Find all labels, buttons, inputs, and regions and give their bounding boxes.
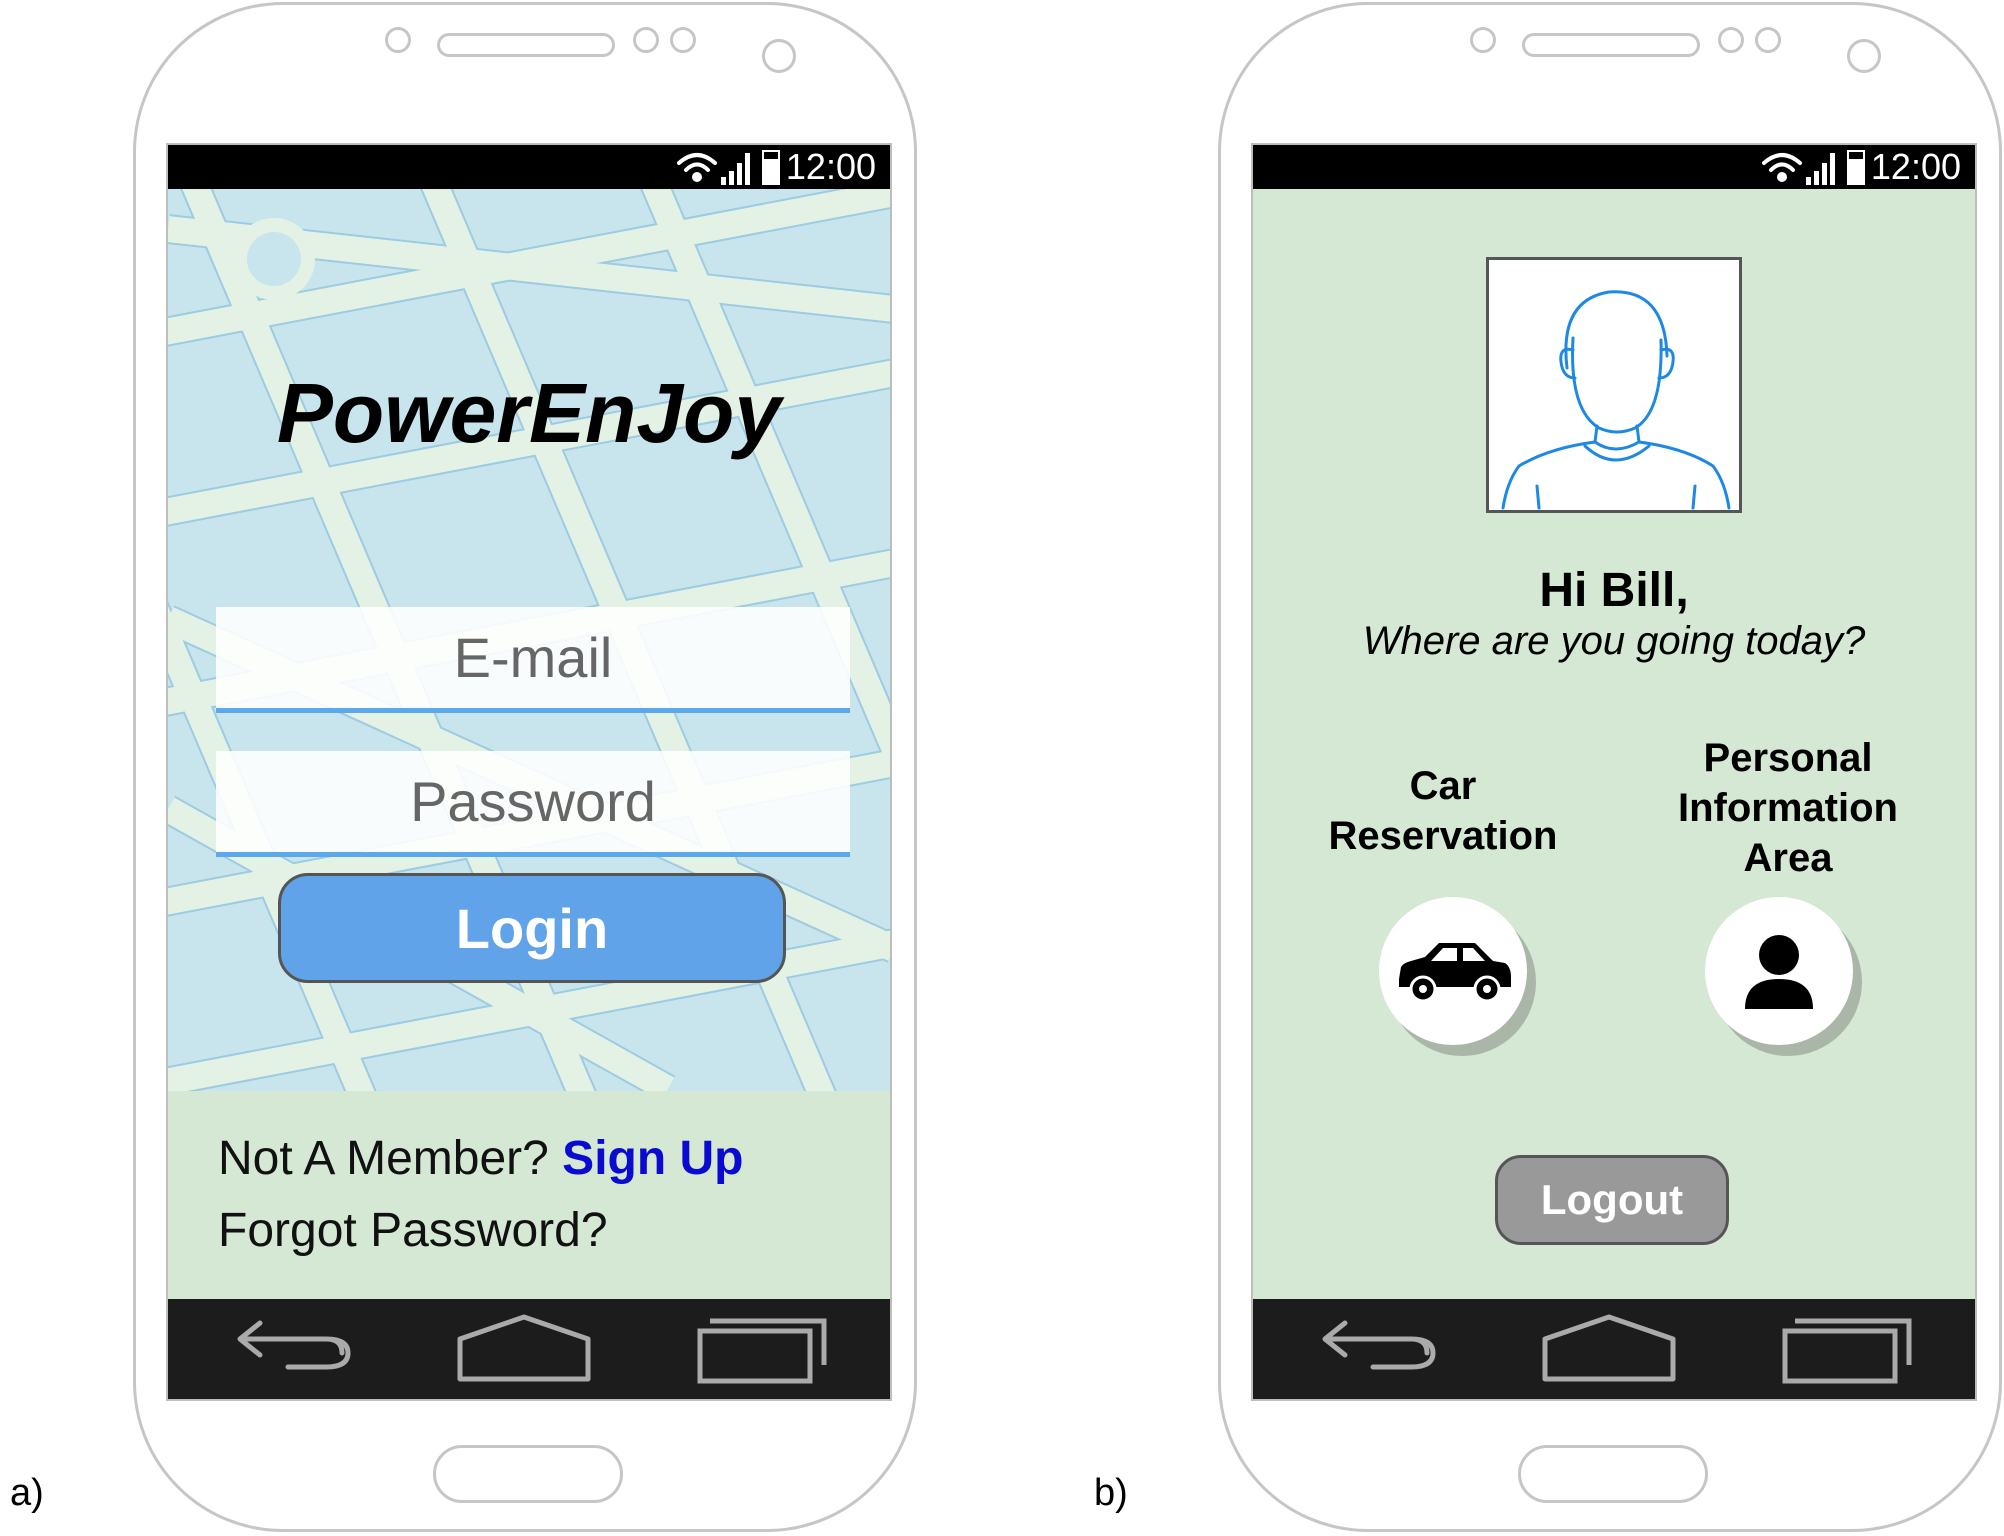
hardware-home-button[interactable]	[1518, 1445, 1708, 1503]
signup-prompt: Not A Member? Sign Up	[218, 1131, 743, 1186]
speaker-grille	[1522, 33, 1700, 57]
email-field[interactable]	[216, 607, 850, 713]
sensor-icon	[633, 27, 659, 53]
car-reservation-label-line2: Reservation	[1328, 814, 1558, 858]
car-reservation-button[interactable]	[1379, 897, 1527, 1045]
car-icon	[1399, 943, 1511, 1003]
login-button[interactable]: Login	[278, 873, 786, 983]
home-screen: 12:00 Hi Bill, Where are you going today…	[1251, 143, 1977, 1401]
member-prompt-text: Not A Member?	[218, 1132, 549, 1185]
front-camera-icon	[1847, 39, 1881, 73]
hardware-home-button[interactable]	[433, 1445, 623, 1503]
personal-info-label: Personal Information Area	[1643, 733, 1933, 883]
greeting-name: Hi Bill,	[1539, 564, 1689, 617]
password-field[interactable]	[216, 751, 850, 857]
user-avatar-icon	[1501, 290, 1731, 510]
back-icon[interactable]	[1315, 1309, 1439, 1389]
login-screen: 12:00 PowerEnJoy E-mail Login Not A Memb…	[166, 143, 892, 1401]
home-icon[interactable]	[1541, 1309, 1677, 1389]
recent-apps-icon[interactable]	[694, 1309, 834, 1389]
phone-frame-b: 12:00 Hi Bill, Where are you going today…	[1218, 2, 2002, 1532]
personal-info-label-line1: Personal	[1703, 736, 1873, 780]
sign-up-link[interactable]: Sign Up	[562, 1132, 743, 1185]
sensor-icon	[1470, 27, 1496, 53]
app-title: PowerEnJoy	[276, 366, 782, 460]
sensor-icon	[385, 27, 411, 53]
person-icon	[1745, 935, 1813, 1009]
car-reservation-label-line1: Car	[1409, 764, 1477, 808]
sensor-icon	[670, 27, 696, 53]
logout-button[interactable]: Logout	[1495, 1155, 1729, 1245]
back-icon[interactable]	[230, 1309, 354, 1389]
speaker-grille	[437, 33, 615, 57]
sensor-icon	[1718, 27, 1744, 53]
status-time: 12:00	[1870, 146, 1961, 187]
sensor-icon	[1755, 27, 1781, 53]
personal-info-label-line3: Area	[1743, 836, 1833, 880]
signal-icon	[721, 153, 750, 185]
recent-apps-icon[interactable]	[1779, 1309, 1919, 1389]
avatar[interactable]	[1486, 257, 1742, 513]
status-bar: 12:00	[168, 145, 890, 189]
status-bar: 12:00	[1253, 145, 1975, 189]
phone-frame-a: 12:00 PowerEnJoy E-mail Login Not A Memb…	[133, 2, 917, 1532]
battery-icon	[762, 150, 780, 185]
front-camera-icon	[762, 39, 796, 73]
personal-info-label-line2: Information	[1678, 786, 1898, 830]
nav-bar	[168, 1299, 890, 1399]
panel-label-b: b)	[1094, 1472, 1128, 1514]
wifi-icon	[1762, 153, 1802, 182]
login-footer: Not A Member? Sign Up Forgot Password?	[168, 1091, 890, 1301]
status-time: 12:00	[785, 146, 876, 187]
nav-bar	[1253, 1299, 1975, 1399]
personal-info-button[interactable]	[1705, 897, 1853, 1045]
signal-icon	[1806, 153, 1835, 185]
battery-icon	[1847, 150, 1865, 185]
greeting-question: Where are you going today?	[1362, 619, 1866, 663]
home-icon[interactable]	[456, 1309, 592, 1389]
wifi-icon	[677, 153, 717, 182]
forgot-password-link[interactable]: Forgot Password?	[218, 1203, 608, 1258]
car-reservation-label: Car Reservation	[1313, 761, 1573, 861]
panel-label-a: a)	[10, 1472, 44, 1514]
